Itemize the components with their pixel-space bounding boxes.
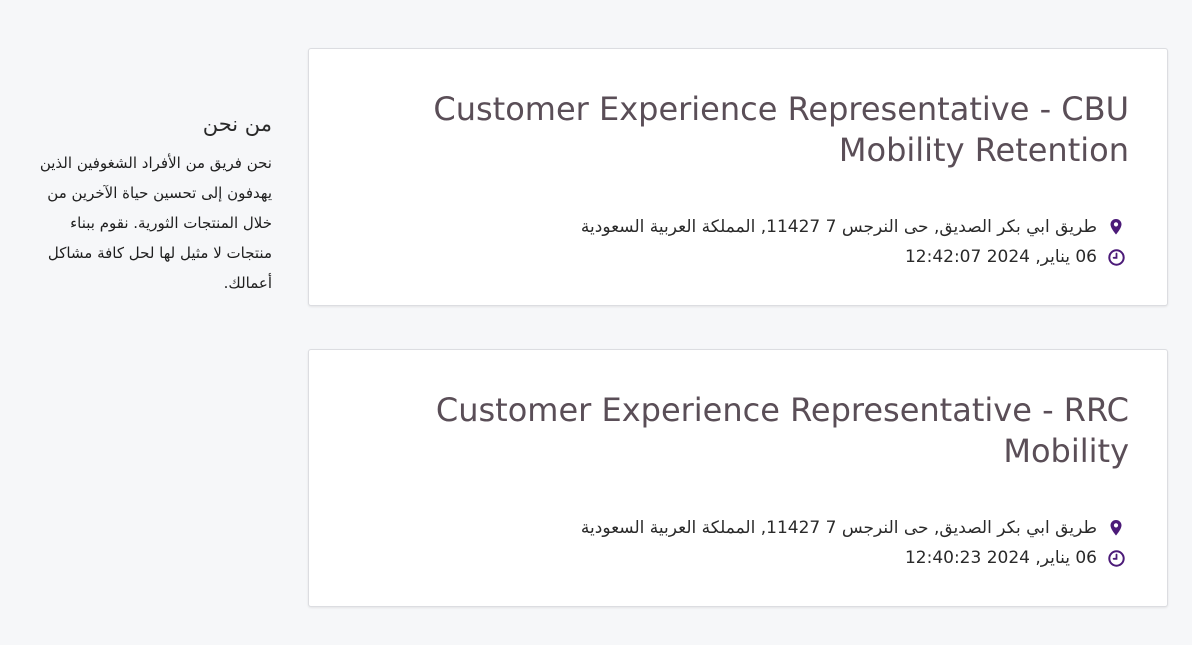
job-title-link[interactable]: Customer Experience Representative - CBU… [409, 89, 1129, 171]
job-title-link[interactable]: Customer Experience Representative - RRC… [409, 390, 1129, 472]
about-section: من نحن نحن فريق من الأفراد الشغوفين الذي… [22, 112, 272, 298]
job-date-row: 06 يناير, 2024 12:42:07 [581, 242, 1125, 272]
job-meta: طريق ابي بكر الصديق, حى النرجس 7 11427, … [581, 212, 1125, 272]
job-date: 06 يناير, 2024 12:42:07 [904, 247, 1097, 267]
map-pin-icon [1107, 519, 1125, 537]
job-card[interactable]: Customer Experience Representative - CBU… [308, 48, 1168, 306]
job-location-row: طريق ابي بكر الصديق, حى النرجس 7 11427, … [581, 212, 1125, 242]
job-location-row: طريق ابي بكر الصديق, حى النرجس 7 11427, … [581, 513, 1125, 543]
job-date-row: 06 يناير, 2024 12:40:23 [581, 543, 1125, 573]
clock-icon [1107, 549, 1125, 567]
job-date: 06 يناير, 2024 12:40:23 [904, 548, 1097, 568]
map-pin-icon [1107, 218, 1125, 236]
clock-icon [1107, 248, 1125, 266]
job-card[interactable]: Customer Experience Representative - RRC… [308, 349, 1168, 607]
about-description: نحن فريق من الأفراد الشغوفين الذين يهدفو… [39, 154, 272, 292]
job-location: طريق ابي بكر الصديق, حى النرجس 7 11427, … [580, 217, 1097, 237]
about-title: من نحن [202, 112, 272, 136]
job-location: طريق ابي بكر الصديق, حى النرجس 7 11427, … [580, 518, 1097, 538]
job-meta: طريق ابي بكر الصديق, حى النرجس 7 11427, … [581, 513, 1125, 573]
